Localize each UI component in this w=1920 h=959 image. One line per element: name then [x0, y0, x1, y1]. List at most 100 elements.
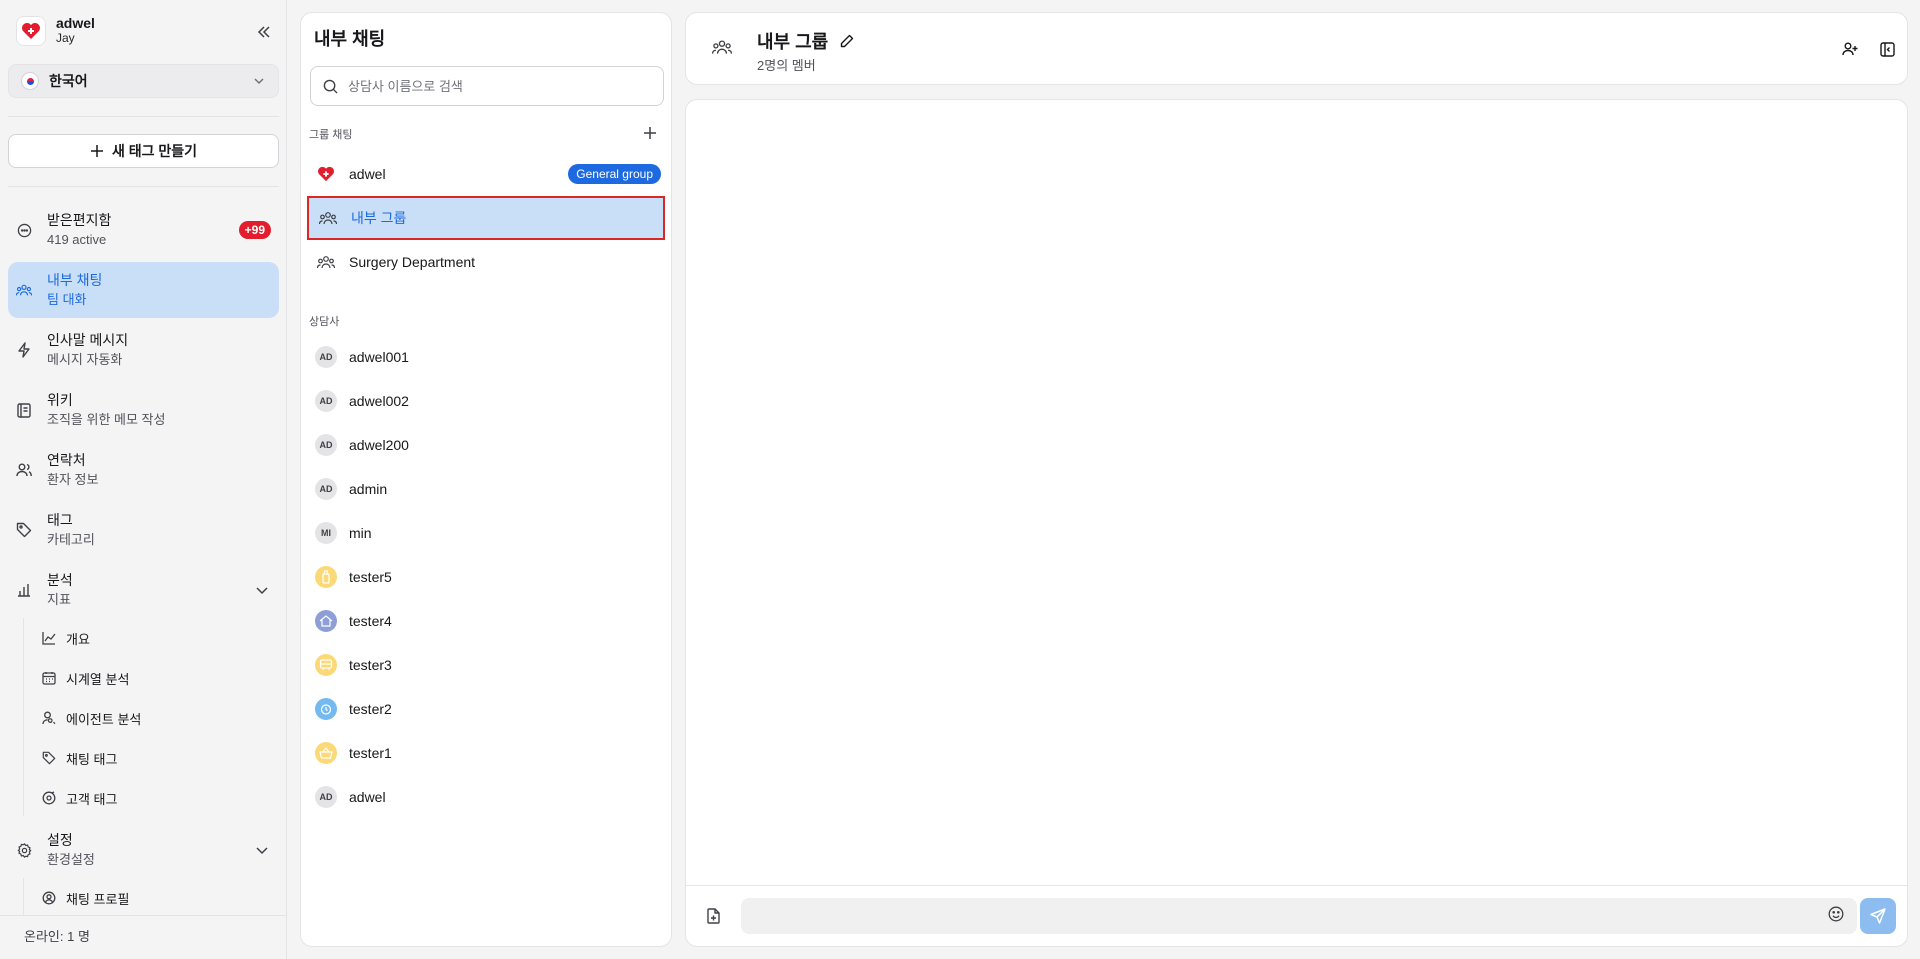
agent-row[interactable]: tester4: [307, 599, 665, 643]
tag-icon: [16, 522, 32, 538]
agent-name: admin: [349, 481, 388, 497]
analytics-subnav-line: [23, 618, 24, 816]
brand-name: adwel: [56, 15, 95, 31]
nav-internal-chat[interactable]: 내부 채팅 팀 대화: [8, 262, 279, 318]
agent-row[interactable]: tester3: [307, 643, 665, 687]
group-chat-section-label: 그룹 채팅: [309, 129, 353, 141]
agent-name: adwel002: [349, 393, 409, 409]
subnav-chat-tags[interactable]: 채팅 태그: [34, 744, 274, 772]
nav-analytics-title: 분석: [47, 572, 73, 588]
search-icon: [323, 79, 338, 94]
chat-bubble-icon: [16, 222, 32, 238]
subnav-overview[interactable]: 개요: [34, 624, 274, 652]
subnav-chat-tags-label: 채팅 태그: [66, 751, 118, 767]
subnav-agent-analysis-label: 에이전트 분석: [66, 711, 142, 727]
agent-row[interactable]: MI min: [307, 511, 665, 555]
agent-name: adwel001: [349, 349, 409, 365]
users-icon: [317, 207, 339, 229]
message-composer: [686, 885, 1907, 946]
agent-row[interactable]: tester5: [307, 555, 665, 599]
nav-wiki-sub: 조직을 위한 메모 작성: [47, 412, 166, 427]
chat-header: 내부 그룹 2명의 멤버: [685, 12, 1908, 85]
subnav-chat-profile[interactable]: 채팅 프로필: [34, 884, 274, 912]
subnav-agent-analysis[interactable]: 에이전트 분석: [34, 704, 274, 732]
subnav-timeseries[interactable]: 시계열 분석: [34, 664, 274, 692]
message-input[interactable]: [741, 898, 1857, 934]
subnav-overview-label: 개요: [66, 631, 90, 647]
agent-row[interactable]: tester2: [307, 687, 665, 731]
avatar: MI: [315, 522, 337, 544]
agent-row[interactable]: tester1: [307, 731, 665, 775]
chat-title: 내부 그룹: [757, 32, 829, 52]
attach-file-icon[interactable]: [706, 908, 721, 929]
nav-inbox-title: 받은편지함: [47, 212, 112, 228]
brand-logo-icon: [315, 163, 337, 185]
language-select[interactable]: 한국어: [8, 64, 279, 98]
avatar: AD: [315, 786, 337, 808]
nav-settings-sub: 환경설정: [47, 852, 95, 867]
agent-row[interactable]: AD adwel200: [307, 423, 665, 467]
nav-settings[interactable]: 설정 환경설정: [8, 822, 279, 878]
nav-internal-chat-title: 내부 채팅: [47, 272, 103, 288]
group-name: 내부 그룹: [351, 210, 407, 226]
users-icon: [315, 251, 337, 273]
group-row-internal[interactable]: 내부 그룹: [307, 196, 665, 240]
korea-flag-icon: [21, 72, 39, 90]
agent-row[interactable]: AD adwel002: [307, 379, 665, 423]
avatar: AD: [315, 390, 337, 412]
agent-name: adwel: [349, 789, 386, 805]
send-icon: [1870, 908, 1886, 924]
internal-chat-list-panel: 내부 채팅 그룹 채팅 adwel General group 내부 그룹 Su…: [300, 12, 672, 947]
search-input[interactable]: [348, 78, 648, 94]
users-icon: [16, 282, 32, 298]
sidebar: adwel Jay 한국어 새 태그 만들기 받은편지함 419 active …: [0, 0, 287, 959]
timer-avatar-icon: [315, 698, 337, 720]
nav-greeting-title: 인사말 메시지: [47, 332, 129, 348]
nav-wiki[interactable]: 위키 조직을 위한 메모 작성: [8, 382, 279, 438]
plus-icon: [644, 127, 656, 139]
send-button[interactable]: [1860, 898, 1896, 934]
calendar-icon: [42, 672, 56, 685]
nav-tags[interactable]: 태그 카테고리: [8, 502, 279, 558]
chat-messages-area: [685, 99, 1908, 947]
subnav-timeseries-label: 시계열 분석: [66, 671, 130, 687]
agent-row[interactable]: AD admin: [307, 467, 665, 511]
nav-inbox[interactable]: 받은편지함 419 active +99: [8, 202, 279, 258]
nav-inbox-sub: 419 active: [47, 232, 107, 247]
nav-analytics[interactable]: 분석 지표: [8, 562, 279, 618]
customer-tag-icon: [42, 791, 56, 805]
agent-name: tester1: [349, 745, 392, 761]
edit-pencil-icon[interactable]: [840, 34, 854, 48]
agent-row[interactable]: AD adwel001: [307, 335, 665, 379]
nav-contacts-title: 연락처: [47, 452, 86, 468]
chevron-down-icon: [256, 847, 268, 855]
language-label: 한국어: [49, 73, 88, 89]
group-row-surgery[interactable]: Surgery Department: [307, 240, 665, 284]
toggle-panel-icon[interactable]: [1877, 39, 1897, 59]
collapse-sidebar-icon[interactable]: [254, 22, 274, 42]
avatar: AD: [315, 346, 337, 368]
nav-internal-chat-sub: 팀 대화: [47, 292, 87, 307]
agent-name: tester5: [349, 569, 392, 585]
group-row-adwel[interactable]: adwel General group: [307, 152, 665, 196]
brand-logo: [16, 16, 46, 46]
lightning-icon: [16, 342, 32, 358]
subnav-customer-tags[interactable]: 고객 태그: [34, 784, 274, 812]
nav-greeting[interactable]: 인사말 메시지 메시지 자동화: [8, 322, 279, 378]
search-box[interactable]: [310, 66, 664, 106]
nav-contacts[interactable]: 연락처 환자 정보: [8, 442, 279, 498]
member-count: 2명의 멤버: [757, 58, 816, 73]
panel-title: 내부 채팅: [314, 29, 386, 49]
add-group-button[interactable]: [641, 124, 659, 142]
avatar: AD: [315, 478, 337, 500]
subnav-customer-tags-label: 고객 태그: [66, 791, 118, 807]
emoji-icon[interactable]: [1828, 906, 1844, 927]
contacts-icon: [16, 462, 32, 478]
add-member-icon[interactable]: [1840, 39, 1860, 59]
group-name: Surgery Department: [349, 254, 476, 270]
new-tag-button[interactable]: 새 태그 만들기: [8, 134, 279, 168]
bar-chart-icon: [16, 582, 32, 598]
brand: adwel Jay: [16, 16, 95, 46]
user-search-icon: [42, 711, 56, 725]
agent-row[interactable]: AD adwel: [307, 775, 665, 819]
